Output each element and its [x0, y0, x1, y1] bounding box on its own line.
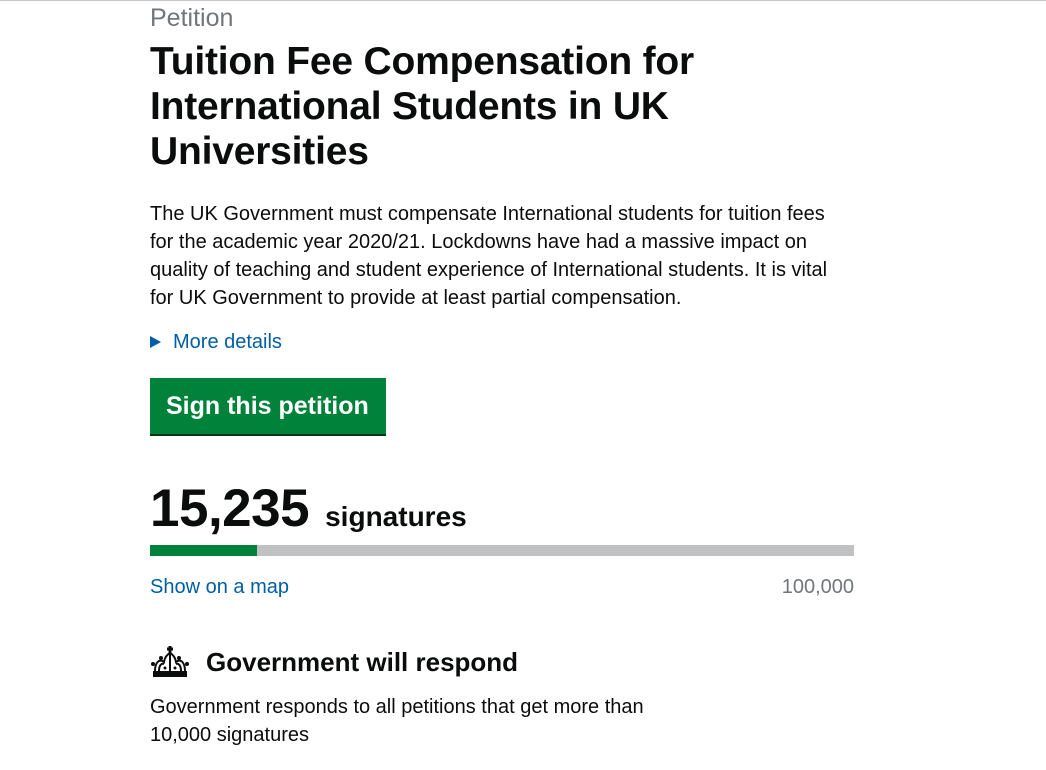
threshold-heading-row: Government will respond — [150, 644, 854, 680]
signature-count-label: signatures — [325, 501, 467, 532]
signature-progress-bar — [150, 545, 854, 556]
signature-count: 15,235 signatures — [150, 478, 854, 540]
petition-summary: The UK Government must compensate Intern… — [150, 203, 828, 309]
signature-progress-fill — [150, 545, 258, 556]
crown-icon — [151, 646, 189, 677]
sign-petition-button[interactable]: Sign this petition — [150, 378, 386, 434]
government-respond-text: Government responds to all petitions tha… — [150, 696, 644, 746]
more-details-toggle[interactable]: More details — [150, 327, 854, 357]
show-on-map-link[interactable]: Show on a map — [150, 574, 289, 600]
more-details-label[interactable]: More details — [173, 328, 282, 356]
page-caption: Petition — [150, 4, 234, 32]
triangle-right-icon — [150, 336, 161, 348]
progress-meta: Show on a map 100,000 — [150, 574, 854, 600]
petition-page: Petition Tuition Fee Compensation for In… — [150, 0, 854, 749]
signature-goal: 100,000 — [781, 576, 854, 598]
petition-title: Tuition Fee Compensation for Internation… — [150, 40, 694, 173]
government-respond-heading: Government will respond — [206, 646, 519, 677]
signature-count-number: 15,235 — [150, 479, 310, 538]
